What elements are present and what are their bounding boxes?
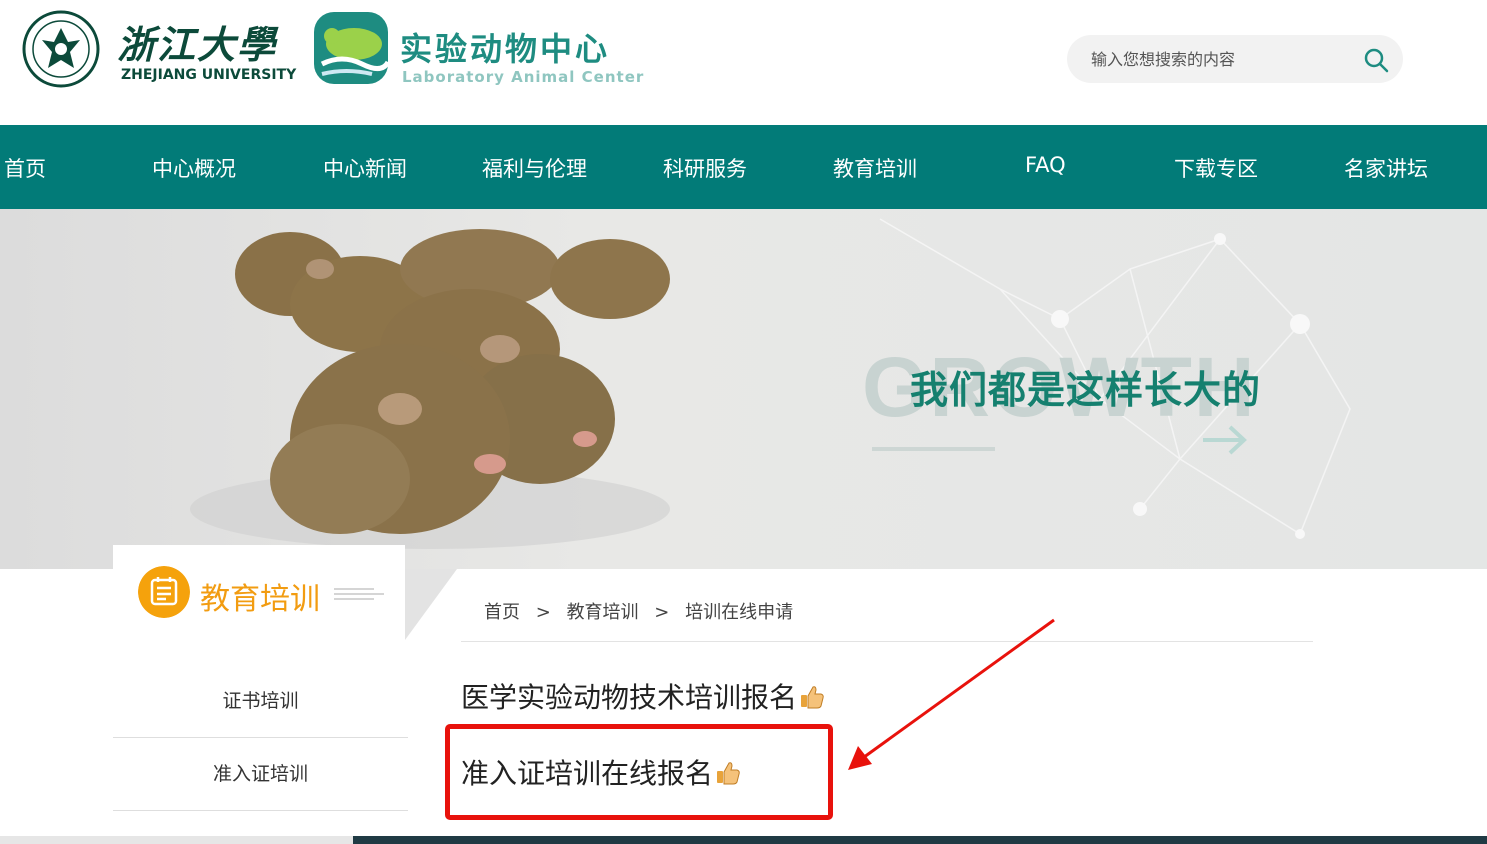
- center-name-en: Laboratory Animal Center: [402, 68, 645, 86]
- search-box: [1067, 35, 1403, 83]
- annotation-highlight-box: [445, 724, 833, 820]
- breadcrumb-home[interactable]: 首页: [484, 602, 520, 623]
- nav-item-lectures[interactable]: 名家讲坛: [1344, 153, 1428, 183]
- main-nav: 首页 中心概况 中心新闻 福利与伦理 科研服务 教育培训 FAQ 下载专区 名家…: [0, 125, 1487, 209]
- center-logo[interactable]: [312, 10, 390, 86]
- sidebar-fold-decoration: [405, 569, 457, 640]
- nav-item-education[interactable]: 教育培训: [833, 153, 917, 183]
- search-icon[interactable]: [1363, 47, 1389, 73]
- nav-item-overview[interactable]: 中心概况: [152, 153, 236, 183]
- breadcrumb-current: 培训在线申请: [685, 602, 794, 623]
- mice-photo: [190, 229, 670, 549]
- banner-network-graphic: [190, 218, 1351, 549]
- nav-item-research-service[interactable]: 科研服务: [663, 153, 747, 183]
- nav-item-news[interactable]: 中心新闻: [323, 153, 407, 183]
- breadcrumb-separator: >: [654, 602, 670, 623]
- annotation-arrow-icon: [848, 618, 1055, 770]
- nav-item-faq[interactable]: FAQ: [1025, 153, 1066, 177]
- breadcrumb-education[interactable]: 教育培训: [567, 602, 639, 623]
- banner-slogan: 我们都是这样长大的: [910, 368, 1262, 412]
- footer-dark-edge: [353, 836, 1487, 844]
- zju-name-cn: 浙江大學: [117, 22, 278, 67]
- breadcrumb: 首页 > 教育培训 > 培训在线申请: [484, 598, 803, 624]
- zju-seal-logo[interactable]: [22, 10, 100, 88]
- link-medical-animal-tech-registration[interactable]: 医学实验动物技术培训报名: [461, 676, 825, 716]
- link-label: 医学实验动物技术培训报名: [461, 681, 798, 714]
- title-decoration-lines: [334, 588, 384, 600]
- thumbs-up-icon: [801, 686, 824, 709]
- nav-item-home[interactable]: 首页: [4, 153, 46, 183]
- breadcrumb-separator: >: [535, 602, 551, 623]
- nav-item-downloads[interactable]: 下载专区: [1174, 153, 1258, 183]
- banner: GROWTH 我们都是这样长大的: [0, 209, 1487, 569]
- nav-item-welfare-ethics[interactable]: 福利与伦理: [482, 153, 587, 183]
- calendar-icon: [138, 566, 190, 618]
- zju-name-en: ZHEJIANG UNIVERSITY: [121, 67, 297, 83]
- center-name-cn: 实验动物中心: [400, 30, 611, 68]
- site-header: 浙江大學 ZHEJIANG UNIVERSITY 实验动物中心 Laborato…: [0, 0, 1487, 125]
- search-input[interactable]: [1091, 47, 1351, 71]
- sidebar-item-access-permit-training[interactable]: 准入证培训: [113, 738, 408, 811]
- zju-wordmark[interactable]: 浙江大學 ZHEJIANG UNIVERSITY: [113, 14, 298, 86]
- sidebar-item-certificate-training[interactable]: 证书培训: [113, 665, 408, 738]
- sidebar-title: 教育培训: [200, 582, 320, 617]
